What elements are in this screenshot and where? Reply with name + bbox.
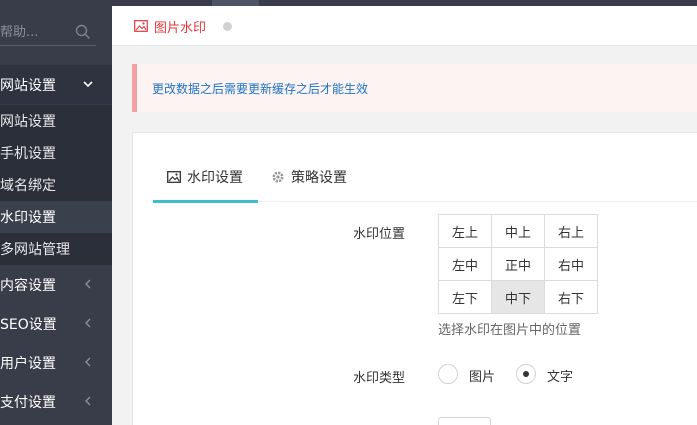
gear-icon — [272, 171, 284, 183]
type-option-text[interactable]: 文字 — [547, 366, 573, 385]
sidebar-item-multisite[interactable]: 多网站管理 — [0, 233, 112, 265]
sidebar-group-label: 网站设置 — [0, 77, 56, 94]
chevron-left-icon — [85, 357, 91, 367]
sidebar-group-users[interactable]: 用户设置 — [0, 343, 112, 382]
position-cell-middle-right[interactable]: 右中 — [544, 247, 598, 281]
settings-card: 水印设置 策略设置 水印位置 左上 中上 右上 左中 正中 右中 左下 中下 右 — [132, 132, 697, 425]
sidebar-item-label: 手机设置 — [0, 146, 56, 162]
sidebar-search[interactable]: 帮助... — [0, 18, 96, 46]
tab-status-dot[interactable] — [223, 22, 232, 31]
main-content: 图片水印 更改数据之后需要更新缓存之后才能生效 水印设置 策略设置 水印位置 左… — [112, 6, 697, 425]
sidebar-group-seo[interactable]: SEO设置 — [0, 304, 112, 343]
type-radio-image[interactable] — [438, 364, 458, 384]
chevron-left-icon — [85, 279, 91, 289]
sidebar-item-watermark[interactable]: 水印设置 — [0, 201, 112, 233]
position-label: 水印位置 — [353, 227, 406, 242]
page-tab-bar: 图片水印 — [112, 6, 697, 46]
position-cell-bottom-center[interactable]: 中下 — [491, 280, 545, 314]
position-cell-top-center[interactable]: 中上 — [491, 214, 545, 248]
sidebar-group-payment[interactable]: 支付设置 — [0, 382, 112, 421]
position-grid: 左上 中上 右上 左中 正中 右中 左下 中下 右下 — [438, 214, 598, 314]
type-label: 水印类型 — [353, 371, 406, 386]
sidebar-item-label: 网站设置 — [0, 114, 56, 130]
sidebar-group-label: SEO设置 — [0, 316, 57, 333]
type-radio-text[interactable] — [516, 364, 536, 384]
image-icon — [134, 20, 148, 32]
chevron-left-icon — [85, 318, 91, 328]
sidebar-item-label: 水印设置 — [0, 210, 56, 226]
image-icon — [167, 171, 181, 183]
sidebar-item-site[interactable]: 网站设置 — [0, 105, 112, 137]
sidebar-item-mobile[interactable]: 手机设置 — [0, 137, 112, 169]
sidebar-item-domain[interactable]: 域名绑定 — [0, 169, 112, 201]
sidebar-group-site-settings[interactable]: 网站设置 — [0, 65, 112, 104]
sidebar-group-label: 用户设置 — [0, 355, 56, 372]
sidebar-group-label: 内容设置 — [0, 277, 56, 294]
settings-tabs: 水印设置 策略设置 — [153, 153, 697, 203]
position-cell-top-left[interactable]: 左上 — [438, 214, 492, 248]
position-cell-center[interactable]: 正中 — [491, 247, 545, 281]
page-tab-watermark[interactable]: 图片水印 — [154, 17, 206, 36]
chevron-left-icon — [85, 396, 91, 406]
type-option-image[interactable]: 图片 — [469, 366, 495, 385]
tab-label: 策略设置 — [291, 170, 347, 186]
search-icon[interactable] — [75, 24, 91, 40]
sidebar-item-label: 域名绑定 — [0, 178, 56, 194]
position-cell-bottom-left[interactable]: 左下 — [438, 280, 492, 314]
sidebar: 帮助... 网站设置 网站设置 手机设置 域名绑定 水印设置 多网站管理 内容设… — [0, 0, 112, 425]
position-cell-middle-left[interactable]: 左中 — [438, 247, 492, 281]
position-cell-top-right[interactable]: 右上 — [544, 214, 598, 248]
sidebar-item-label: 多网站管理 — [0, 242, 70, 258]
chevron-down-icon — [83, 81, 93, 88]
position-cell-bottom-right[interactable]: 右下 — [544, 280, 598, 314]
position-hint: 选择水印在图片中的位置 — [438, 323, 582, 338]
next-field-input[interactable] — [438, 417, 491, 425]
sidebar-group-content[interactable]: 内容设置 — [0, 265, 112, 304]
alert-text: 更改数据之后需要更新缓存之后才能生效 — [152, 82, 369, 96]
tab-policy-settings[interactable]: 策略设置 — [271, 153, 347, 201]
tab-label: 水印设置 — [187, 170, 243, 186]
sidebar-group-label: 支付设置 — [0, 394, 56, 411]
alert-banner: 更改数据之后需要更新缓存之后才能生效 — [132, 64, 697, 112]
search-input[interactable]: 帮助... — [0, 21, 38, 40]
tab-watermark-settings[interactable]: 水印设置 — [153, 153, 258, 203]
